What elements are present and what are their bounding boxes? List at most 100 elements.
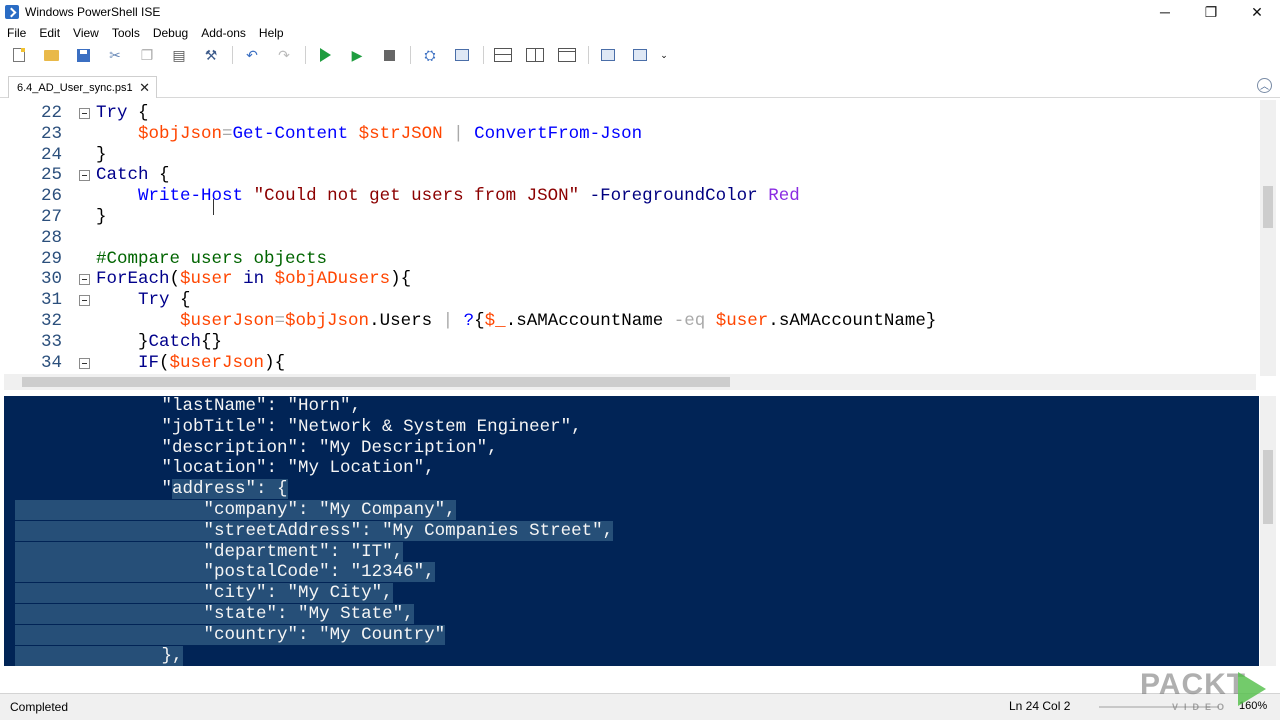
copy-icon: ❐ xyxy=(140,46,154,63)
tab-close-icon[interactable]: ✕ xyxy=(139,80,150,96)
show-commands-button[interactable] xyxy=(595,44,621,66)
code-line[interactable]: 29 #Compare users objects xyxy=(0,249,1258,270)
fold-toggle-icon[interactable] xyxy=(79,357,90,369)
code-line[interactable]: 32 $userJson=$objJson.Users | ?{$_.sAMAc… xyxy=(0,311,1258,332)
line-number: 27 xyxy=(40,207,62,227)
text-cursor xyxy=(213,199,216,215)
paste-button[interactable]: ▤ xyxy=(166,44,192,66)
editor-hscroll-thumb[interactable] xyxy=(22,377,730,387)
chevron-up-icon: ︿ xyxy=(1259,81,1269,91)
run-selection-button[interactable]: ▶ xyxy=(344,44,370,66)
console-pane[interactable]: "lastName": "Horn", "jobTitle": "Network… xyxy=(4,396,1259,666)
console-line: "jobTitle": "Network & System Engineer", xyxy=(4,416,582,437)
line-number: 32 xyxy=(40,311,62,331)
editor-horizontal-scrollbar[interactable] xyxy=(4,374,1256,390)
fold-toggle-icon[interactable] xyxy=(79,108,90,119)
menu-tools[interactable]: Tools xyxy=(105,26,146,40)
code-text: $objJson=Get-Content $strJSON | ConvertF… xyxy=(138,123,643,144)
console-vertical-scrollbar[interactable] xyxy=(1260,396,1276,666)
console-line: "lastName": "Horn", xyxy=(4,396,362,416)
console-line: }, xyxy=(14,645,183,666)
editor-scroll-thumb[interactable] xyxy=(1263,186,1273,228)
code-text: $userJson=$objJson.Users | ?{$_.sAMAccou… xyxy=(180,311,937,331)
console-scroll-thumb[interactable] xyxy=(1263,450,1273,524)
start-powershell-button[interactable] xyxy=(449,44,475,66)
console-line: "country": "My Country" xyxy=(14,624,446,645)
cut-button[interactable]: ✂ xyxy=(102,44,128,66)
redo-button[interactable]: ↷ xyxy=(271,44,297,66)
show-script-max-button[interactable] xyxy=(554,44,580,66)
menu-view[interactable]: View xyxy=(66,26,105,40)
toolbar-separator xyxy=(483,46,484,64)
show-script-right-button[interactable] xyxy=(522,44,548,66)
line-number: 23 xyxy=(40,123,62,144)
console-line: "department": "IT", xyxy=(14,541,404,562)
run-script-button[interactable] xyxy=(312,44,338,66)
show-addon-button[interactable] xyxy=(627,44,653,66)
line-number: 25 xyxy=(40,165,62,186)
pane-right-icon xyxy=(526,48,544,62)
toolbar-separator xyxy=(410,46,411,64)
window-controls: ─ ❐ ✕ xyxy=(1142,0,1280,24)
menu-addons[interactable]: Add-ons xyxy=(194,26,252,40)
undo-button[interactable]: ↶ xyxy=(239,44,265,66)
code-text: Try { xyxy=(96,103,149,123)
folder-icon xyxy=(43,49,59,61)
code-line[interactable]: 24} xyxy=(0,145,1258,166)
code-line[interactable]: 22 Try { xyxy=(0,103,1258,124)
collapse-script-pane-button[interactable]: ︿ xyxy=(1257,78,1272,93)
copy-button[interactable]: ❐ xyxy=(134,44,160,66)
code-text: #Compare users objects xyxy=(96,248,328,269)
code-line[interactable]: 33 }Catch{} xyxy=(0,332,1258,353)
clear-console-button[interactable]: ⚒ xyxy=(198,44,224,66)
console-line: "company": "My Company", xyxy=(14,500,456,520)
remote-powershell-button[interactable]: ⛭ xyxy=(417,44,443,66)
menu-bar: File Edit View Tools Debug Add-ons Help xyxy=(0,24,1280,42)
pane-top-icon xyxy=(494,48,512,62)
fold-toggle-icon[interactable] xyxy=(79,170,90,182)
console-line: "postalCode": "12346", xyxy=(14,562,435,583)
fold-toggle-icon[interactable] xyxy=(79,274,90,286)
menu-edit[interactable]: Edit xyxy=(32,26,66,40)
code-text: } xyxy=(96,144,107,165)
editor-vertical-scrollbar[interactable] xyxy=(1260,100,1276,376)
watermark-brand: PACKT xyxy=(1140,668,1247,701)
status-text: Completed xyxy=(10,700,69,714)
watermark-sub: VIDEO xyxy=(1172,702,1231,712)
open-button[interactable] xyxy=(38,44,64,66)
save-button[interactable] xyxy=(70,44,96,66)
stop-button[interactable] xyxy=(376,44,402,66)
line-number: 33 xyxy=(40,331,62,352)
menu-file[interactable]: File xyxy=(0,26,32,40)
overflow-icon: ⌄ xyxy=(660,49,668,60)
console-line: "location": "My Location", xyxy=(4,458,435,479)
fold-toggle-icon[interactable] xyxy=(79,295,90,307)
window-title: Windows PowerShell ISE xyxy=(25,5,161,19)
code-line[interactable]: 30 ForEach($user in $objADusers){ xyxy=(0,269,1258,290)
menu-help[interactable]: Help xyxy=(252,26,290,40)
maximize-button[interactable]: ❐ xyxy=(1188,0,1234,24)
new-button[interactable] xyxy=(6,44,32,66)
console-line: "description": "My Description", xyxy=(4,437,498,458)
minimize-button[interactable]: ─ xyxy=(1142,0,1188,24)
powershell-window-icon xyxy=(455,49,469,61)
code-text: IF($userJson){ xyxy=(138,352,286,373)
code-line[interactable]: 23 $objJson=Get-Content $strJSON | Conve… xyxy=(0,124,1258,145)
code-line[interactable]: 31 Try { xyxy=(0,290,1258,311)
code-line[interactable]: 25 Catch { xyxy=(0,165,1258,186)
code-line[interactable]: 26 Write-Host "Could not get users from … xyxy=(0,186,1258,207)
tab-label: 6.4_AD_User_sync.ps1 xyxy=(17,81,133,94)
toolbar-overflow[interactable]: ⌄ xyxy=(659,44,669,66)
close-button[interactable]: ✕ xyxy=(1234,0,1280,24)
remote-icon: ⛭ xyxy=(424,46,436,63)
line-number: 28 xyxy=(40,227,62,248)
code-line[interactable]: 28 xyxy=(0,228,1258,249)
menu-debug[interactable]: Debug xyxy=(146,26,194,40)
pane-max-icon xyxy=(558,48,576,62)
title-bar: Windows PowerShell ISE ─ ❐ ✕ xyxy=(0,0,1280,24)
show-script-top-button[interactable] xyxy=(490,44,516,66)
code-line[interactable]: 27} xyxy=(0,207,1258,228)
code-line[interactable]: 34 IF($userJson){ xyxy=(0,353,1258,374)
script-editor[interactable]: 22 Try {23 $objJson=Get-Content $strJSON … xyxy=(0,100,1280,376)
tab-script[interactable]: 6.4_AD_User_sync.ps1 ✕ xyxy=(8,76,157,98)
